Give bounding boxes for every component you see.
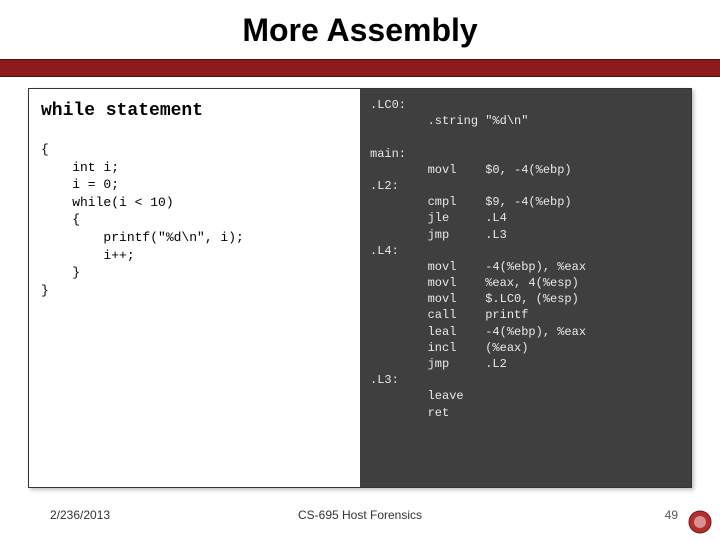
- divider-bar: [0, 59, 720, 77]
- footer-date: 2/236/2013: [50, 508, 110, 522]
- assembly-pane: .LC0: .string "%d\n" main: movl $0, -4(%…: [360, 89, 691, 487]
- footer-page-number: 49: [665, 508, 678, 522]
- assembly-listing: .LC0: .string "%d\n" main: movl $0, -4(%…: [370, 98, 586, 420]
- university-seal-icon: [688, 510, 712, 534]
- footer-course: CS-695 Host Forensics: [298, 508, 422, 522]
- footer: 2/236/2013 CS-695 Host Forensics 49: [0, 508, 720, 528]
- source-heading: while statement: [41, 99, 348, 123]
- slide-title: More Assembly: [0, 0, 720, 59]
- c-source-code: { int i; i = 0; while(i < 10) { printf("…: [41, 141, 348, 299]
- content-box: while statement { int i; i = 0; while(i …: [28, 88, 692, 488]
- source-code-pane: while statement { int i; i = 0; while(i …: [29, 89, 360, 487]
